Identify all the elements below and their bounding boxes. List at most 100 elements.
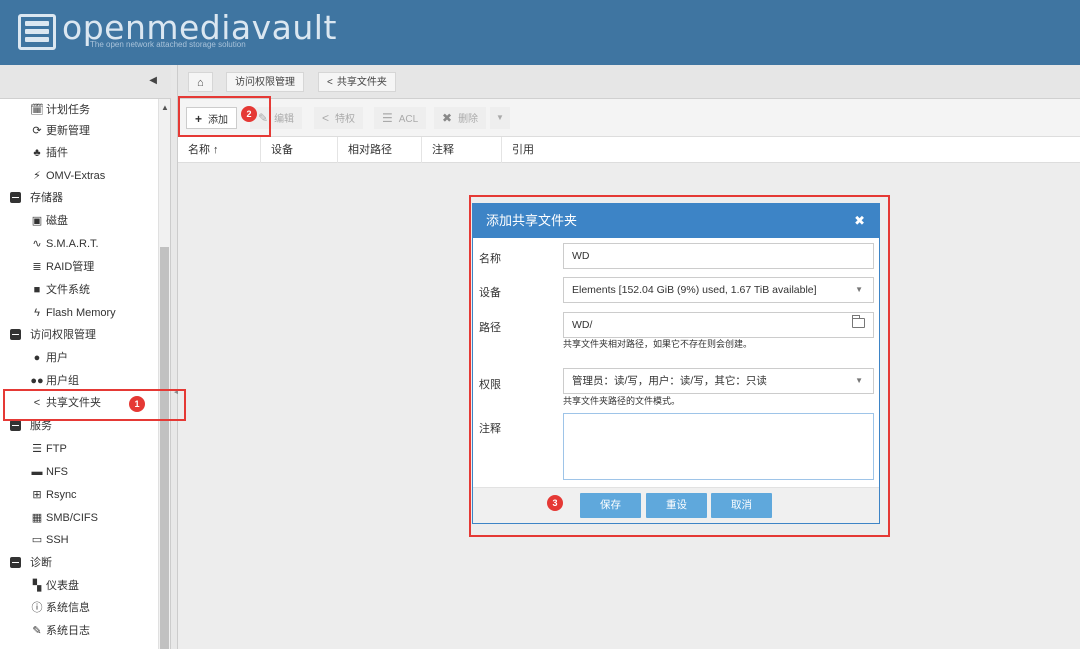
breadcrumb-shared-folders[interactable]: < 共享文件夹	[318, 72, 396, 92]
sidebar-item-smart[interactable]: ∿ S.M.A.R.T.	[0, 233, 158, 255]
home-icon[interactable]: ⌂	[188, 72, 213, 92]
highlight-box-dialog	[469, 195, 890, 537]
flash-icon: ϟ	[34, 307, 40, 319]
sidebar-item-label: RAID管理	[46, 261, 95, 273]
share-icon: <	[327, 77, 333, 88]
sidebar-header: ◀	[0, 65, 171, 99]
close-icon: ✖	[442, 111, 453, 125]
minus-box-icon[interactable]	[8, 324, 22, 346]
acl-button[interactable]: ☰ ACL	[374, 107, 427, 129]
sidebar-item-label: 磁盘	[46, 215, 68, 227]
delete-dropdown-button[interactable]: ▼	[490, 107, 510, 129]
breadcrumb: ⌂ 访问权限管理 < 共享文件夹	[178, 65, 1080, 99]
dashboard-icon: ▚	[32, 580, 42, 592]
scroll-up-icon[interactable]: ▲	[161, 103, 169, 112]
info-icon: ⓘ	[31, 602, 43, 614]
calendar-clock-icon: 🗓	[30, 104, 44, 116]
sidebar-item-label: FTP	[46, 443, 67, 455]
step-badge-3: 3	[547, 495, 563, 511]
sidebar-item-label: 用户	[46, 352, 68, 364]
privileges-label: 特权	[335, 114, 356, 125]
disk-icon: ▣	[31, 215, 43, 227]
logo-icon	[18, 14, 56, 50]
column-relative-path[interactable]: 相对路径	[338, 137, 422, 163]
sidebar-item-label: 插件	[46, 147, 68, 159]
database-icon: ≣	[32, 261, 42, 273]
sidebar-item-label: S.M.A.R.T.	[46, 238, 99, 250]
plug-icon: ⚡	[33, 170, 41, 182]
delete-label: 删除	[458, 114, 479, 125]
breadcrumb-access-rights[interactable]: 访问权限管理	[226, 72, 304, 92]
sidebar-item-label: 系统日志	[46, 625, 90, 637]
windows-icon: ▦	[31, 512, 43, 524]
privileges-button[interactable]: < 特权	[314, 107, 364, 129]
sidebar-item-label: 文件系统	[46, 284, 90, 296]
server-icon: ☰	[32, 443, 42, 455]
nfs-icon: ▬	[31, 466, 43, 478]
toolbar: + 添加 ✎ 编辑 < 特权 ☰ ACL ✖ 删除 ▼	[178, 99, 1080, 137]
sidebar-item-label: SSH	[46, 534, 69, 546]
sidebar-group-label: 访问权限管理	[30, 329, 96, 341]
sidebar-item-update-management[interactable]: ⟳ 更新管理	[0, 120, 158, 142]
step-badge-2: 2	[241, 106, 257, 122]
sidebar-item-raid[interactable]: ≣ RAID管理	[0, 256, 158, 278]
app-header: openmediavault The open network attached…	[0, 0, 1080, 65]
column-device[interactable]: 设备	[261, 137, 338, 163]
minus-box-icon[interactable]	[8, 187, 22, 209]
sidebar-item-smb-cifs[interactable]: ▦ SMB/CIFS	[0, 507, 158, 529]
sidebar-item-ssh[interactable]: ▭ SSH	[0, 529, 158, 551]
step-badge-1: 1	[129, 396, 145, 412]
refresh-icon: ⟳	[32, 125, 42, 137]
breadcrumb-label: 共享文件夹	[336, 77, 387, 88]
sidebar-item-system-info[interactable]: ⓘ 系统信息	[0, 597, 158, 619]
sidebar-item-label: 系统信息	[46, 602, 90, 614]
column-comment[interactable]: 注释	[422, 137, 502, 163]
sidebar-item-flash-memory[interactable]: ϟ Flash Memory	[0, 302, 158, 324]
sidebar-item-rsync[interactable]: ⊞ Rsync	[0, 484, 158, 506]
sitemap-icon: ⊞	[32, 489, 42, 501]
sidebar-item-users[interactable]: ● 用户	[0, 347, 158, 369]
panel-splitter[interactable]	[171, 65, 178, 649]
sidebar-item-scheduled-tasks[interactable]: 🗓 计划任务	[0, 99, 158, 121]
sidebar-group-diagnostics[interactable]: 诊断	[0, 552, 158, 574]
sidebar-item-disks[interactable]: ▣ 磁盘	[0, 210, 158, 232]
sidebar-item-label: Flash Memory	[46, 307, 116, 319]
sidebar-item-label: Rsync	[46, 489, 77, 501]
edit-icon: ✎	[32, 625, 42, 637]
highlight-box-shared-folders	[3, 389, 186, 421]
sidebar-group-access-rights[interactable]: 访问权限管理	[0, 324, 158, 346]
minus-box-icon[interactable]	[8, 552, 22, 574]
sidebar-item-omv-extras[interactable]: ⚡ OMV-Extras	[0, 165, 158, 187]
sidebar-item-filesystems[interactable]: ■ 文件系统	[0, 279, 158, 301]
sidebar-item-plugins[interactable]: ♣ 插件	[0, 142, 158, 164]
highlight-box-add	[178, 96, 271, 137]
edit-label: 编辑	[274, 114, 295, 125]
column-name[interactable]: 名称 ↑	[178, 137, 261, 163]
sidebar-item-label: 计划任务	[46, 104, 90, 116]
delete-button[interactable]: ✖ 删除	[434, 107, 487, 129]
puzzle-icon: ♣	[33, 147, 41, 159]
folder-icon: ■	[33, 284, 41, 296]
list-icon: ☰	[382, 111, 393, 125]
sidebar-group-label: 诊断	[30, 557, 52, 569]
sidebar-item-dashboard[interactable]: ▚ 仪表盘	[0, 575, 158, 597]
grid-header: 名称 ↑ 设备 相对路径 注释 引用	[178, 137, 1080, 163]
collapse-left-icon[interactable]: ◀	[149, 75, 157, 86]
sidebar-item-label: SMB/CIFS	[46, 512, 98, 524]
sidebar-item-ftp[interactable]: ☰ FTP	[0, 438, 158, 460]
share-icon: <	[322, 111, 330, 125]
heartbeat-icon: ∿	[32, 238, 42, 250]
sidebar-group-label: 存储器	[30, 192, 63, 204]
column-references[interactable]: 引用	[502, 137, 1080, 163]
sidebar-item-nfs[interactable]: ▬ NFS	[0, 461, 158, 483]
chevron-down-icon: ▼	[496, 113, 504, 122]
sidebar-scrollbar-thumb[interactable]	[160, 247, 169, 649]
sidebar-item-label: 仪表盘	[46, 580, 79, 592]
terminal-icon: ▭	[31, 534, 43, 546]
acl-label: ACL	[398, 114, 419, 125]
sidebar-item-system-logs[interactable]: ✎ 系统日志	[0, 620, 158, 642]
sidebar-item-label: 更新管理	[46, 125, 90, 137]
sidebar: 🗓 计划任务 ⟳ 更新管理 ♣ 插件 ⚡ OMV-Extras 存储器 ▣ 磁盘…	[0, 99, 171, 649]
sidebar-group-storage[interactable]: 存储器	[0, 187, 158, 209]
sidebar-item-label: OMV-Extras	[46, 170, 106, 182]
